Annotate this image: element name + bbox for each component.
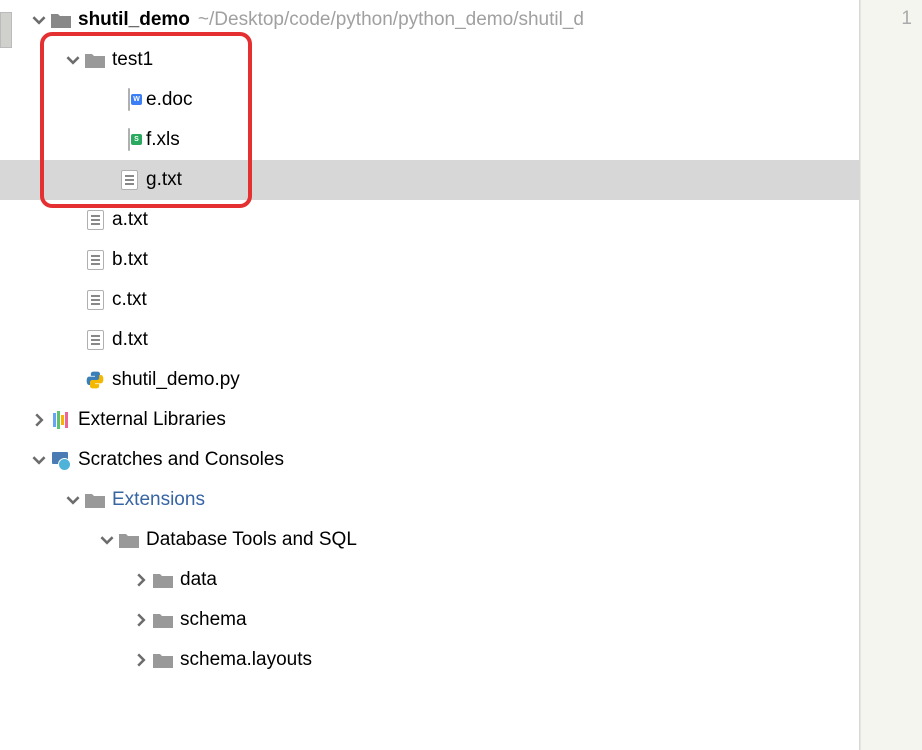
folder-label: test1 bbox=[112, 49, 153, 71]
folder-label: schema.layouts bbox=[180, 649, 312, 671]
folder-icon bbox=[84, 49, 106, 71]
folder-icon bbox=[152, 569, 174, 591]
excel-xls-icon: S bbox=[118, 129, 140, 151]
tree-row-dbtools[interactable]: Database Tools and SQL bbox=[0, 520, 859, 560]
editor-gutter: 1 bbox=[860, 0, 922, 750]
gutter-line-number: 1 bbox=[861, 8, 912, 30]
tree-row-dbtools-layouts[interactable]: schema.layouts bbox=[0, 640, 859, 680]
chevron-down-icon[interactable] bbox=[62, 49, 84, 71]
library-icon bbox=[50, 410, 72, 430]
external-libs-label: External Libraries bbox=[78, 409, 226, 431]
tree-row-file-atxt[interactable]: a.txt bbox=[0, 200, 859, 240]
project-name: shutil_demo bbox=[78, 9, 190, 31]
tree-row-file-doc[interactable]: W e.doc bbox=[0, 80, 859, 120]
file-label: d.txt bbox=[112, 329, 148, 351]
file-label: g.txt bbox=[146, 169, 182, 191]
chevron-down-icon[interactable] bbox=[28, 449, 50, 471]
chevron-down-icon[interactable] bbox=[62, 489, 84, 511]
file-label: b.txt bbox=[112, 249, 148, 271]
scratches-icon bbox=[50, 449, 72, 471]
project-path: ~/Desktop/code/python/python_demo/shutil… bbox=[198, 9, 584, 31]
tree-row-project-root[interactable]: shutil_demo ~/Desktop/code/python/python… bbox=[0, 0, 859, 40]
folder-icon bbox=[84, 489, 106, 511]
chevron-right-icon[interactable] bbox=[130, 569, 152, 591]
text-file-icon bbox=[84, 289, 106, 311]
scratches-label: Scratches and Consoles bbox=[78, 449, 284, 471]
python-file-icon bbox=[84, 369, 106, 391]
text-file-icon bbox=[84, 209, 106, 231]
tree-row-file-ctxt[interactable]: c.txt bbox=[0, 280, 859, 320]
file-label: a.txt bbox=[112, 209, 148, 231]
tree-row-test1[interactable]: test1 bbox=[0, 40, 859, 80]
text-file-icon bbox=[118, 169, 140, 191]
tree-row-dbtools-data[interactable]: data bbox=[0, 560, 859, 600]
text-file-icon bbox=[84, 329, 106, 351]
chevron-down-icon[interactable] bbox=[96, 529, 118, 551]
folder-icon bbox=[152, 609, 174, 631]
tree-row-scratches[interactable]: Scratches and Consoles bbox=[0, 440, 859, 480]
tree-row-file-py[interactable]: shutil_demo.py bbox=[0, 360, 859, 400]
left-stub bbox=[0, 12, 12, 48]
file-label: f.xls bbox=[146, 129, 180, 151]
tree-row-dbtools-schema[interactable]: schema bbox=[0, 600, 859, 640]
chevron-right-icon[interactable] bbox=[130, 609, 152, 631]
word-doc-icon: W bbox=[118, 89, 140, 111]
file-label: shutil_demo.py bbox=[112, 369, 240, 391]
dbtools-label: Database Tools and SQL bbox=[146, 529, 357, 551]
tree-row-file-dtxt[interactable]: d.txt bbox=[0, 320, 859, 360]
extensions-label: Extensions bbox=[112, 489, 205, 511]
tree-row-file-btxt[interactable]: b.txt bbox=[0, 240, 859, 280]
project-tree-panel: shutil_demo ~/Desktop/code/python/python… bbox=[0, 0, 860, 750]
folder-label: data bbox=[180, 569, 217, 591]
file-label: e.doc bbox=[146, 89, 192, 111]
folder-icon bbox=[118, 529, 140, 551]
chevron-down-icon[interactable] bbox=[28, 9, 50, 31]
tree-row-file-gtxt[interactable]: g.txt bbox=[0, 160, 859, 200]
tree-row-external-libs[interactable]: External Libraries bbox=[0, 400, 859, 440]
chevron-right-icon[interactable] bbox=[130, 649, 152, 671]
tree-row-file-xls[interactable]: S f.xls bbox=[0, 120, 859, 160]
file-label: c.txt bbox=[112, 289, 147, 311]
folder-icon bbox=[152, 649, 174, 671]
folder-label: schema bbox=[180, 609, 247, 631]
text-file-icon bbox=[84, 249, 106, 271]
tree-row-extensions[interactable]: Extensions bbox=[0, 480, 859, 520]
folder-icon bbox=[50, 9, 72, 31]
chevron-right-icon[interactable] bbox=[28, 409, 50, 431]
